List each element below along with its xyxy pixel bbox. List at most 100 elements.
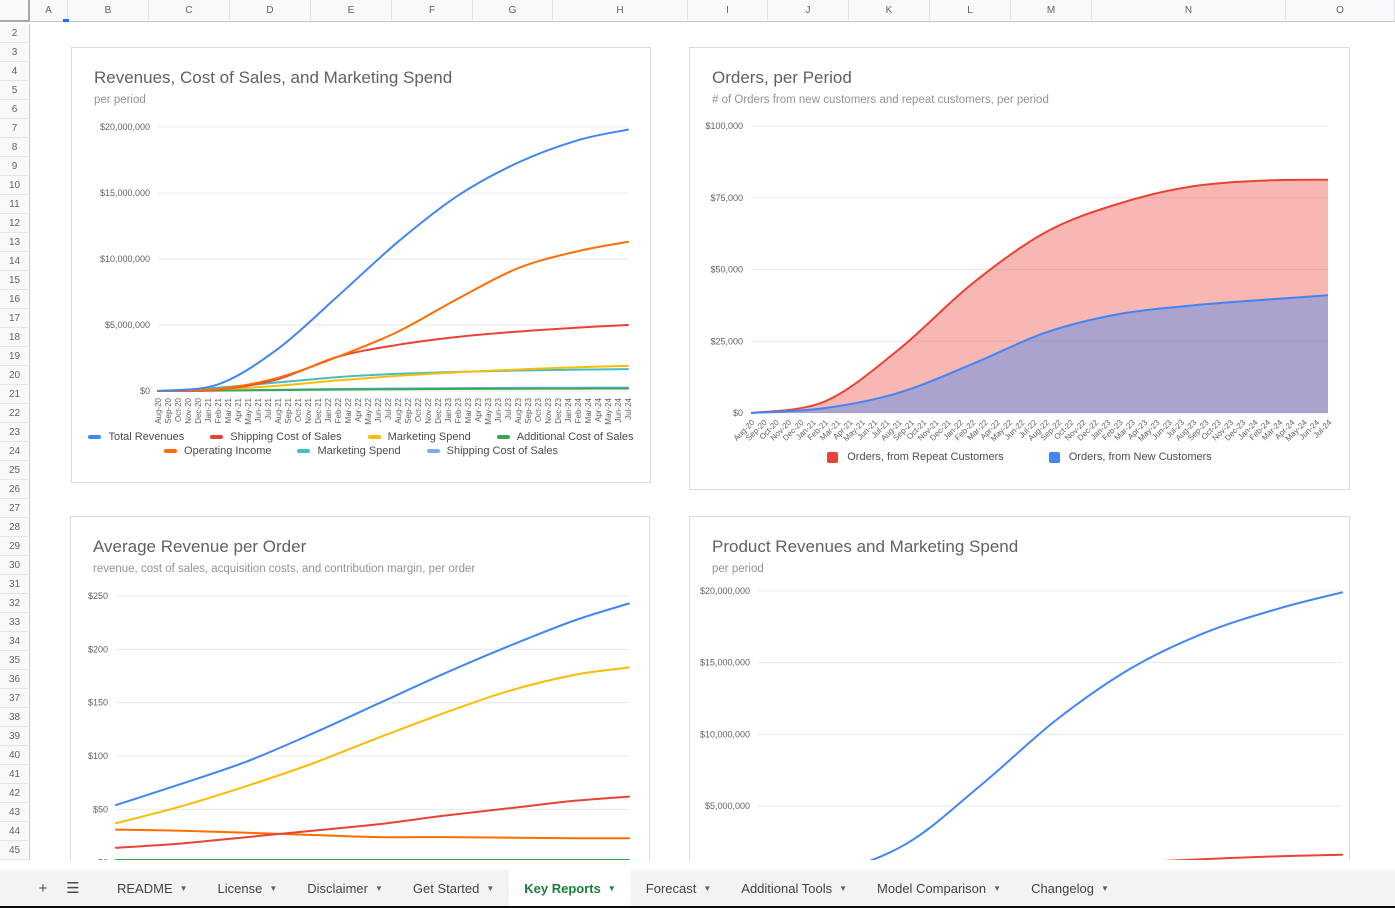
all-sheets-menu-button[interactable]: ☰ xyxy=(58,870,88,906)
row-header-15[interactable]: 15 xyxy=(0,271,30,290)
row-header-6[interactable]: 6 xyxy=(0,100,30,119)
column-header-E[interactable]: E xyxy=(311,0,392,21)
row-header-40[interactable]: 40 xyxy=(0,746,30,765)
row-header-18[interactable]: 18 xyxy=(0,328,30,347)
chart-card-3[interactable]: $250$200$150$100$50$0Average Revenue per… xyxy=(70,516,650,860)
sheet-tab-disclaimer[interactable]: Disclaimer▼ xyxy=(292,870,398,906)
column-header-F[interactable]: F xyxy=(392,0,473,21)
row-header-32[interactable]: 32 xyxy=(0,594,30,613)
tab-dropdown-icon[interactable]: ▼ xyxy=(180,884,188,893)
tab-dropdown-icon[interactable]: ▼ xyxy=(375,884,383,893)
row-header-36[interactable]: 36 xyxy=(0,670,30,689)
row-header-43[interactable]: 43 xyxy=(0,803,30,822)
x-axis-tick-label: Sep-23 xyxy=(524,397,533,423)
tab-dropdown-icon[interactable]: ▼ xyxy=(486,884,494,893)
sheet-grid-area[interactable]: 2345678910111213141516171819202122232425… xyxy=(0,22,1395,860)
column-header-G[interactable]: G xyxy=(473,0,553,21)
row-header-5[interactable]: 5 xyxy=(0,81,30,100)
row-header-29[interactable]: 29 xyxy=(0,537,30,556)
sheet-tab-changelog[interactable]: Changelog▼ xyxy=(1016,870,1124,906)
legend-item: Marketing Spend xyxy=(368,431,471,443)
row-header-34[interactable]: 34 xyxy=(0,632,30,651)
sheet-tab-label: Get Started xyxy=(413,881,479,896)
row-header-45[interactable]: 45 xyxy=(0,841,30,860)
chart-subtitle: per period xyxy=(94,94,146,106)
chart-card-1[interactable]: $20,000,000$15,000,000$10,000,000$5,000,… xyxy=(71,47,651,483)
row-header-14[interactable]: 14 xyxy=(0,252,30,271)
row-header-22[interactable]: 22 xyxy=(0,404,30,423)
row-header-26[interactable]: 26 xyxy=(0,480,30,499)
row-header-24[interactable]: 24 xyxy=(0,442,30,461)
column-header-A[interactable]: A xyxy=(30,0,68,21)
legend-item: Additional Cost of Sales xyxy=(497,431,634,443)
row-header-42[interactable]: 42 xyxy=(0,784,30,803)
row-header-37[interactable]: 37 xyxy=(0,689,30,708)
sheet-tab-forecast[interactable]: Forecast▼ xyxy=(631,870,727,906)
row-header-9[interactable]: 9 xyxy=(0,157,30,176)
y-axis-tick-label: $75,000 xyxy=(710,193,743,203)
sheet-tab-readme[interactable]: README▼ xyxy=(102,870,203,906)
row-header-13[interactable]: 13 xyxy=(0,233,30,252)
row-header-11[interactable]: 11 xyxy=(0,195,30,214)
row-header-23[interactable]: 23 xyxy=(0,423,30,442)
tab-dropdown-icon[interactable]: ▼ xyxy=(839,884,847,893)
column-header-H[interactable]: H xyxy=(553,0,688,21)
row-header-16[interactable]: 16 xyxy=(0,290,30,309)
chart-card-2[interactable]: $100,000$75,000$50,000$25,000$0Aug-20Sep… xyxy=(689,47,1350,490)
column-header-N[interactable]: N xyxy=(1092,0,1286,21)
chart-title: Revenues, Cost of Sales, and Marketing S… xyxy=(94,68,452,88)
y-axis-tick-label: $10,000,000 xyxy=(100,254,150,264)
row-header-25[interactable]: 25 xyxy=(0,461,30,480)
sheet-tabs: README▼License▼Disclaimer▼Get Started▼Ke… xyxy=(102,870,1124,906)
column-header-D[interactable]: D xyxy=(230,0,311,21)
chart-card-4[interactable]: $20,000,000$15,000,000$10,000,000$5,000,… xyxy=(689,516,1350,860)
column-header-O[interactable]: O xyxy=(1286,0,1395,21)
row-header-35[interactable]: 35 xyxy=(0,651,30,670)
row-header-31[interactable]: 31 xyxy=(0,575,30,594)
row-header-30[interactable]: 30 xyxy=(0,556,30,575)
row-header-7[interactable]: 7 xyxy=(0,119,30,138)
select-all-corner[interactable] xyxy=(0,0,30,22)
sheet-tab-license[interactable]: License▼ xyxy=(203,870,293,906)
x-axis-tick-label: May-23 xyxy=(484,397,493,424)
add-sheet-button[interactable]: + xyxy=(28,870,58,906)
column-header-C[interactable]: C xyxy=(149,0,230,21)
x-axis-tick-label: Dec-22 xyxy=(434,397,443,423)
tab-dropdown-icon[interactable]: ▼ xyxy=(608,884,616,893)
column-header-L[interactable]: L xyxy=(930,0,1011,21)
row-header-10[interactable]: 10 xyxy=(0,176,30,195)
row-header-20[interactable]: 20 xyxy=(0,366,30,385)
x-axis-tick-label: Aug-20 xyxy=(154,397,163,423)
row-header-41[interactable]: 41 xyxy=(0,765,30,784)
row-header-27[interactable]: 27 xyxy=(0,499,30,518)
column-header-B[interactable]: B xyxy=(68,0,149,21)
sheet-tab-additional-tools[interactable]: Additional Tools▼ xyxy=(726,870,862,906)
row-header-39[interactable]: 39 xyxy=(0,727,30,746)
row-header-19[interactable]: 19 xyxy=(0,347,30,366)
row-header-38[interactable]: 38 xyxy=(0,708,30,727)
sheet-tab-key-reports[interactable]: Key Reports▼ xyxy=(509,870,631,906)
row-header-28[interactable]: 28 xyxy=(0,518,30,537)
row-header-4[interactable]: 4 xyxy=(0,62,30,81)
row-header-44[interactable]: 44 xyxy=(0,822,30,841)
column-header-J[interactable]: J xyxy=(768,0,849,21)
tab-dropdown-icon[interactable]: ▼ xyxy=(993,884,1001,893)
tab-dropdown-icon[interactable]: ▼ xyxy=(703,884,711,893)
row-header-12[interactable]: 12 xyxy=(0,214,30,233)
legend-item: Orders, from Repeat Customers xyxy=(827,451,1004,463)
column-header-K[interactable]: K xyxy=(849,0,930,21)
x-axis-tick-label: Nov-20 xyxy=(184,397,193,423)
row-header-33[interactable]: 33 xyxy=(0,613,30,632)
row-header-8[interactable]: 8 xyxy=(0,138,30,157)
tab-dropdown-icon[interactable]: ▼ xyxy=(1101,884,1109,893)
row-header-2[interactable]: 2 xyxy=(0,24,30,43)
row-header-21[interactable]: 21 xyxy=(0,385,30,404)
sheet-tab-model-comparison[interactable]: Model Comparison▼ xyxy=(862,870,1016,906)
sheet-tab-get-started[interactable]: Get Started ▼ xyxy=(398,870,509,906)
x-axis-tick-label: Jan-24 xyxy=(564,397,573,422)
column-header-I[interactable]: I xyxy=(688,0,768,21)
row-header-3[interactable]: 3 xyxy=(0,43,30,62)
column-header-M[interactable]: M xyxy=(1011,0,1092,21)
row-header-17[interactable]: 17 xyxy=(0,309,30,328)
tab-dropdown-icon[interactable]: ▼ xyxy=(269,884,277,893)
